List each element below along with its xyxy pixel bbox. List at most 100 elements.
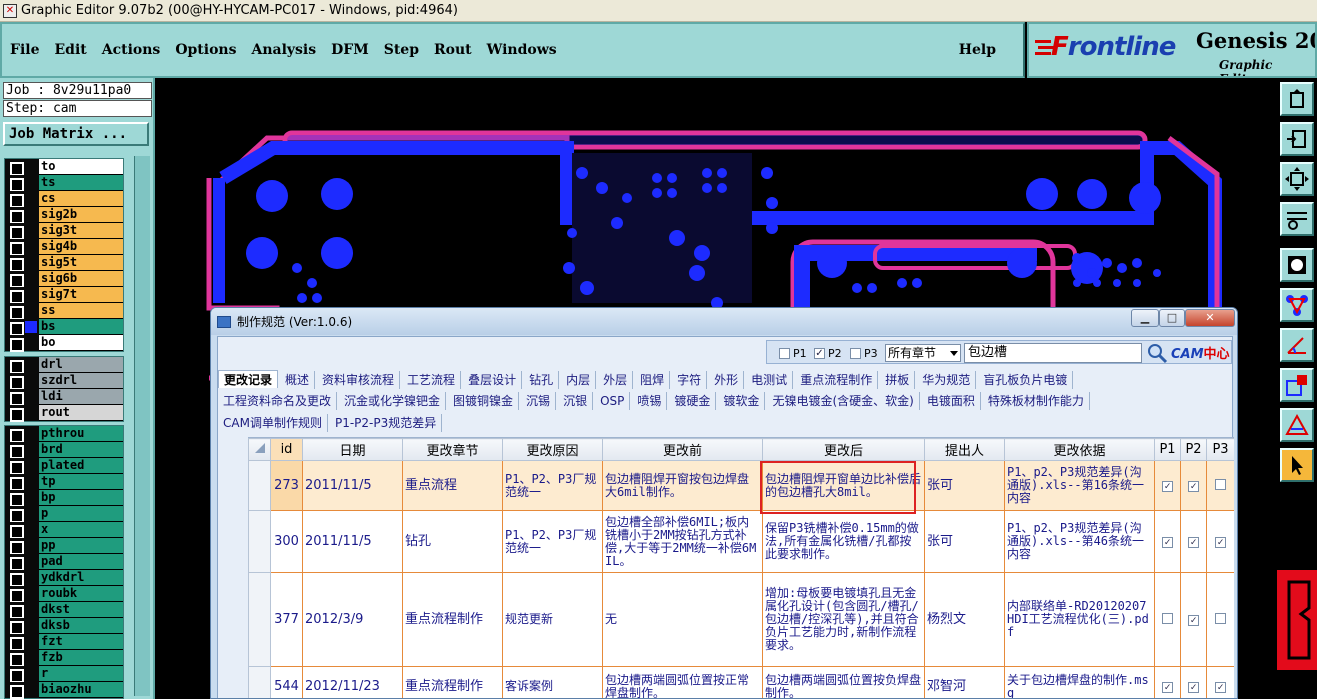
layer-name[interactable]: drl	[39, 357, 123, 373]
tab-tabs_row1-11[interactable]: 电测试	[746, 371, 794, 389]
layer-checkbox[interactable]	[5, 570, 39, 587]
layer-name[interactable]: sig3t	[39, 223, 123, 239]
tool-triangle-button[interactable]	[1280, 408, 1314, 442]
p3-filter[interactable]: P3	[850, 347, 878, 360]
menu-help[interactable]: Help	[959, 42, 996, 58]
tab-tabs_row2-7[interactable]: 镀硬金	[669, 392, 717, 410]
layer-checkbox[interactable]	[5, 634, 39, 651]
layer-row-p[interactable]: p	[5, 506, 123, 523]
p3-row-checkbox[interactable]: ✓	[1215, 682, 1226, 693]
layer-checkbox[interactable]	[5, 357, 39, 374]
layer-checkbox[interactable]	[5, 506, 39, 523]
cell-p2[interactable]: ✓	[1180, 666, 1207, 698]
p2-checkbox[interactable]: ✓	[814, 348, 825, 359]
layer-name[interactable]: dksb	[39, 618, 123, 634]
cell-reason[interactable]: 规范更新	[502, 572, 603, 667]
layer-name[interactable]: cs	[39, 191, 123, 207]
layer-row-bs[interactable]: bs	[5, 319, 123, 336]
p3-checkbox[interactable]	[850, 348, 861, 359]
layer-checkbox[interactable]	[5, 458, 39, 475]
row-selector[interactable]	[248, 572, 271, 667]
cell-basis[interactable]: 关于包边槽焊盘的制作.msg	[1004, 666, 1155, 698]
col-header-chapter[interactable]: 更改章节	[402, 438, 503, 461]
tab-tabs_row1-9[interactable]: 字符	[672, 371, 708, 389]
col-header-id[interactable]: id	[270, 438, 303, 461]
tool-angle-button[interactable]	[1280, 328, 1314, 362]
tab-tabs_row1-3[interactable]: 工艺流程	[402, 371, 462, 389]
layer-checkbox[interactable]	[5, 490, 39, 507]
layer-name[interactable]: rout	[39, 405, 123, 421]
p2-row-checkbox[interactable]: ✓	[1188, 615, 1199, 626]
col-header-p1[interactable]: P1	[1154, 438, 1181, 461]
layer-checkbox[interactable]	[5, 239, 39, 256]
cell-chapter[interactable]: 钻孔	[402, 510, 503, 573]
layer-checkbox[interactable]	[5, 538, 39, 555]
tab-tabs_row1-8[interactable]: 阻焊	[635, 371, 671, 389]
col-header-date[interactable]: 日期	[302, 438, 403, 461]
cell-p1[interactable]: ✓	[1154, 666, 1181, 698]
cell-date[interactable]: 2011/11/5	[302, 460, 403, 511]
layer-checkbox[interactable]	[5, 474, 39, 491]
cell-p1[interactable]	[1154, 572, 1181, 667]
p3-row-checkbox[interactable]	[1215, 612, 1226, 624]
job-matrix-button[interactable]: Job Matrix ...	[3, 122, 149, 146]
layer-row-ldi[interactable]: ldi	[5, 389, 123, 406]
cell-basis[interactable]: P1、p2、P3规范差异(沟通版).xls--第46条统一内容	[1004, 510, 1155, 573]
layer-checkbox[interactable]	[5, 666, 39, 683]
layer-row-drl[interactable]: drl	[5, 357, 123, 374]
layer-name[interactable]: pad	[39, 554, 123, 570]
table-row[interactable]: 377 2012/3/9 重点流程制作 规范更新无增加:母板要电镀填孔且无金属化孔设计…	[248, 572, 1234, 667]
tab-tabs_row2-0[interactable]: 工程资料命名及更改	[218, 392, 338, 410]
layer-name[interactable]: plated	[39, 458, 123, 474]
cell-id[interactable]: 377	[270, 572, 303, 667]
cell-by[interactable]: 张可	[924, 510, 1005, 573]
layer-checkbox[interactable]	[5, 389, 39, 406]
layer-checkbox[interactable]	[5, 522, 39, 539]
tab-tabs_row1-1[interactable]: 概述	[280, 371, 316, 389]
layer-name[interactable]: ydkdrl	[39, 570, 123, 586]
tab-tabs_row2-3[interactable]: 沉锡	[521, 392, 557, 410]
tab-tabs_row1-5[interactable]: 钻孔	[524, 371, 560, 389]
select-all-corner[interactable]	[248, 438, 271, 461]
tab-tabs_row2-8[interactable]: 镀软金	[718, 392, 766, 410]
tool-region-button[interactable]	[1280, 368, 1314, 402]
layer-checkbox[interactable]	[5, 442, 39, 459]
layer-checkbox[interactable]	[5, 682, 39, 699]
cell-date[interactable]: 2011/11/5	[302, 510, 403, 573]
chapter-select[interactable]: 所有章节	[885, 344, 961, 362]
layer-row-pad[interactable]: pad	[5, 554, 123, 571]
search-icon[interactable]	[1145, 342, 1169, 364]
cell-id[interactable]: 544	[270, 666, 303, 698]
layer-row-biaozhu[interactable]: biaozhu	[5, 682, 123, 699]
layer-checkbox[interactable]	[5, 175, 39, 192]
row-selector[interactable]	[248, 666, 271, 698]
minimize-button[interactable]: ▁	[1131, 309, 1159, 327]
layer-name[interactable]: roubk	[39, 586, 123, 602]
cell-by[interactable]: 杨烈文	[924, 572, 1005, 667]
layer-row-rout[interactable]: rout	[5, 405, 123, 422]
tool-export-button[interactable]	[1280, 82, 1314, 116]
layer-name[interactable]: fzb	[39, 650, 123, 666]
layer-row-x[interactable]: x	[5, 522, 123, 539]
layer-name[interactable]: bs	[39, 319, 123, 335]
layer-checkbox[interactable]	[5, 159, 39, 176]
p2-row-checkbox[interactable]: ✓	[1188, 682, 1199, 693]
layer-row-sig3t[interactable]: sig3t	[5, 223, 123, 240]
cell-p3[interactable]: ✓	[1206, 510, 1234, 573]
tab-tabs_row1-10[interactable]: 外形	[709, 371, 745, 389]
layer-row-plated[interactable]: plated	[5, 458, 123, 475]
layer-name[interactable]: ldi	[39, 389, 123, 405]
layer-name[interactable]: r	[39, 666, 123, 682]
cell-p1[interactable]: ✓	[1154, 460, 1181, 511]
layer-row-sig6b[interactable]: sig6b	[5, 271, 123, 288]
col-header-after[interactable]: 更改后	[762, 438, 925, 461]
table-row[interactable]: 300 2011/11/5 钻孔 P1、P2、P3厂规范统一 包边槽全部补偿6MIL;板…	[248, 510, 1234, 573]
layer-row-sig7t[interactable]: sig7t	[5, 287, 123, 304]
layer-row-fzb[interactable]: fzb	[5, 650, 123, 667]
tool-import-button[interactable]	[1280, 122, 1314, 156]
layer-row-szdrl[interactable]: szdrl	[5, 373, 123, 390]
layer-name[interactable]: sig2b	[39, 207, 123, 223]
cell-p1[interactable]: ✓	[1154, 510, 1181, 573]
tab-tabs_row2-10[interactable]: 电镀面积	[922, 392, 981, 410]
layer-row-fzt[interactable]: fzt	[5, 634, 123, 651]
